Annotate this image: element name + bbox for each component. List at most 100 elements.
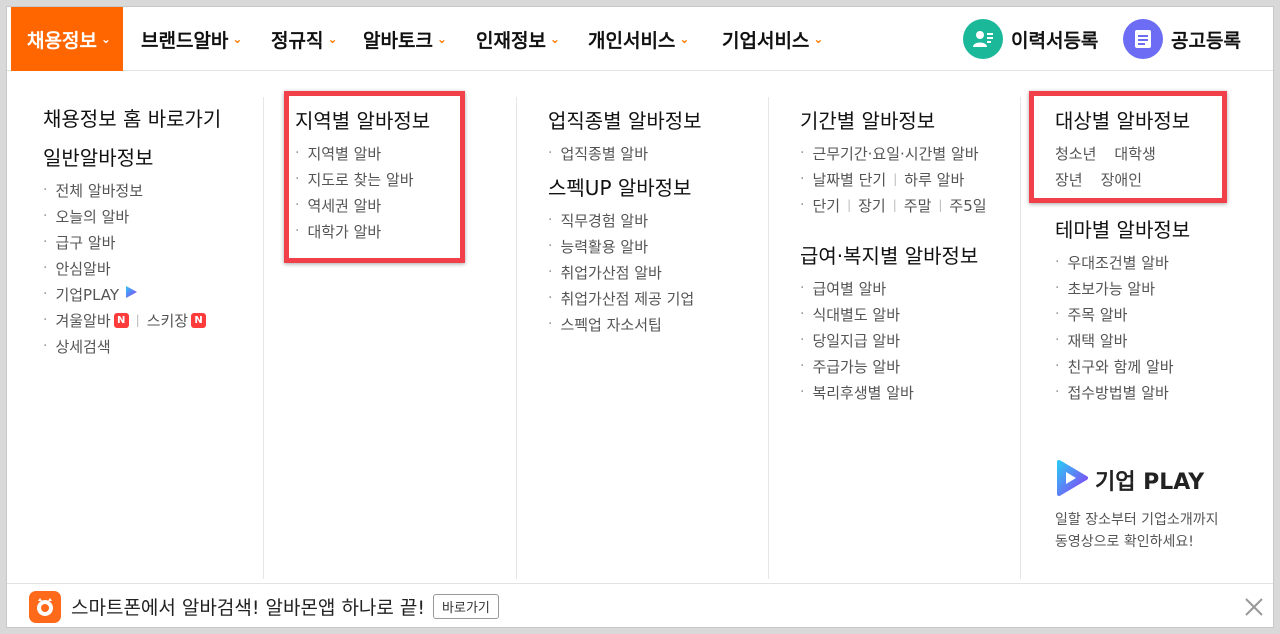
menu-link-short-term[interactable]: 단기 [812, 195, 840, 216]
industry-job-title[interactable]: 업직종별 알바정보 [548, 105, 768, 134]
menu-link-bonus-companies[interactable]: 취업가산점 제공 기업 [548, 285, 768, 311]
menu-link-winter[interactable]: 겨울알바 [55, 310, 110, 331]
general-job-title[interactable]: 일반알바정보 [43, 142, 263, 171]
menu-link-urgent-jobs[interactable]: 급구 알바 [43, 229, 263, 255]
menu-link-weekend[interactable]: 주말 [904, 195, 932, 216]
company-play-title: 기업 PLAY [1095, 470, 1205, 495]
nav-item-talent[interactable]: 인재정보 ⌄ [476, 7, 560, 71]
close-icon[interactable] [1243, 596, 1265, 618]
menu-link-disabled[interactable]: 장애인 [1101, 169, 1142, 190]
column-general: 채용정보 홈 바로가기 일반알바정보 전체 알바정보 오늘의 알바 급구 알바 … [43, 97, 263, 579]
nav-item-job-info[interactable]: 채용정보 ⌄ [11, 7, 123, 71]
separator: | [135, 313, 140, 327]
chevron-down-icon: ⌄ [436, 32, 447, 46]
job-post-register-label: 공고등록 [1171, 29, 1241, 52]
nav-label: 정규직 [271, 29, 324, 52]
albamon-app-icon [29, 590, 61, 623]
nav-item-talk[interactable]: 알바토크 ⌄ [363, 7, 447, 71]
chevron-down-icon: ⌄ [813, 32, 824, 46]
menu-link-apply-method[interactable]: 접수방법별 알바 [1055, 379, 1265, 405]
menu-link-work-period[interactable]: 근무기간·요일·시간별 알바 [800, 140, 1020, 166]
menu-link-pay-jobs[interactable]: 급여별 알바 [800, 275, 1020, 301]
column-divider [263, 97, 264, 579]
menu-link-today-jobs[interactable]: 오늘의 알바 [43, 203, 263, 229]
menu-link-five-days[interactable]: 주5일 [949, 195, 986, 216]
chevron-down-icon: ⌄ [232, 32, 243, 46]
menu-link-resume-tips[interactable]: 스펙업 자소서팁 [548, 311, 768, 337]
play-logo-icon [1055, 459, 1089, 501]
menu-link-weekly-pay[interactable]: 주급가능 알바 [800, 353, 1020, 379]
nav-item-company[interactable]: 기업서비스 ⌄ [722, 7, 823, 71]
go-app-button[interactable]: 바로가기 [433, 594, 499, 619]
menu-link-senior[interactable]: 장년 [1055, 169, 1083, 190]
menu-link-safe-jobs[interactable]: 안심알바 [43, 255, 263, 281]
menu-link-region-jobs[interactable]: 지역별 알바 [295, 140, 515, 166]
menu-link-station-jobs[interactable]: 역세권 알바 [295, 192, 515, 218]
menu-link-meal-jobs[interactable]: 식대별도 알바 [800, 301, 1020, 327]
chevron-down-icon: ⌄ [100, 32, 111, 46]
target-job-title[interactable]: 대상별 알바정보 [1055, 105, 1265, 134]
menu-link-date[interactable]: 날짜별 단기 [812, 169, 886, 190]
column-industry: 업직종별 알바정보 업직종별 알바 스펙UP 알바정보 직무경험 알바 능력활용… [548, 97, 768, 579]
separator: | [892, 198, 897, 212]
resume-register-button[interactable]: 이력서등록 [963, 19, 1098, 59]
target-row: 장년 장애인 [1055, 166, 1265, 192]
company-play-logo[interactable]: 기업 PLAY [1055, 459, 1204, 501]
theme-job-title[interactable]: 테마별 알바정보 [1055, 214, 1265, 243]
menu-link-preferred[interactable]: 우대조건별 알바 [1055, 249, 1265, 275]
menu-link-term-group: 단기 | 장기 | 주말 | 주5일 [800, 192, 1020, 218]
menu-link-same-day-pay[interactable]: 당일지급 알바 [800, 327, 1020, 353]
menu-link-label: 기업PLAY [55, 285, 120, 304]
resume-icon [963, 19, 1003, 59]
menu-link-company-play[interactable]: 기업PLAY [43, 281, 263, 307]
menu-link-college[interactable]: 대학생 [1114, 143, 1155, 164]
nav-item-brand[interactable]: 브랜드알바 ⌄ [141, 7, 242, 71]
menu-link-with-friends[interactable]: 친구와 함께 알바 [1055, 353, 1265, 379]
region-job-title[interactable]: 지역별 알바정보 [295, 105, 515, 134]
job-post-register-button[interactable]: 공고등록 [1123, 19, 1241, 59]
menu-link-one-day[interactable]: 하루 알바 [904, 169, 964, 190]
specup-job-title[interactable]: 스펙UP 알바정보 [548, 172, 768, 201]
job-info-home-link[interactable]: 채용정보 홈 바로가기 [43, 103, 263, 132]
new-badge: N [191, 312, 207, 328]
menu-link-featured[interactable]: 주목 알바 [1055, 301, 1265, 327]
target-row: 청소년 대학생 [1055, 140, 1265, 166]
play-icon [123, 284, 139, 304]
column-divider [516, 97, 517, 579]
menu-link-welfare-jobs[interactable]: 복리후생별 알바 [800, 379, 1020, 405]
document-icon [1123, 19, 1163, 59]
app-promo-text: 스마트폰에서 알바검색! 알바몬앱 하나로 끝! [71, 597, 426, 619]
resume-register-label: 이력서등록 [1011, 29, 1099, 52]
menu-link-campus-jobs[interactable]: 대학가 알바 [295, 218, 515, 244]
pay-welfare-job-title[interactable]: 급여·복지별 알바정보 [800, 240, 1020, 269]
menu-link-skill-use[interactable]: 능력활용 알바 [548, 233, 768, 259]
chevron-down-icon: ⌄ [549, 32, 560, 46]
menu-link-map-jobs[interactable]: 지도로 찾는 알바 [295, 166, 515, 192]
menu-link-remote[interactable]: 재택 알바 [1055, 327, 1265, 353]
menu-link-beginner[interactable]: 초보가능 알바 [1055, 275, 1265, 301]
app-promo-bar: 스마트폰에서 알바검색! 알바몬앱 하나로 끝! 바로가기 [7, 583, 1273, 627]
period-job-title[interactable]: 기간별 알바정보 [800, 105, 1020, 134]
menu-link-duty-experience[interactable]: 직무경험 알바 [548, 207, 768, 233]
chevron-down-icon: ⌄ [679, 32, 690, 46]
chevron-down-icon: ⌄ [327, 32, 338, 46]
company-play-desc-line: 동영상으로 확인하세요! [1055, 534, 1194, 550]
nav-label: 브랜드알바 [141, 29, 229, 52]
company-play-desc-line: 일할 장소부터 기업소개까지 [1055, 512, 1219, 528]
column-target: 대상별 알바정보 청소년 대학생 장년 장애인 테마별 알바정보 우대조건별 알… [1055, 97, 1265, 579]
menu-link-winter-ski[interactable]: 겨울알바 N | 스키장 N [43, 307, 263, 333]
menu-link-bonus-jobs[interactable]: 취업가산점 알바 [548, 259, 768, 285]
nav-label: 기업서비스 [722, 29, 810, 52]
nav-item-personal[interactable]: 개인서비스 ⌄ [588, 7, 689, 71]
separator: | [938, 198, 943, 212]
menu-link-ski[interactable]: 스키장 [147, 310, 188, 331]
menu-link-detail-search[interactable]: 상세검색 [43, 333, 263, 359]
nav-label: 개인서비스 [588, 29, 676, 52]
menu-link-long-term[interactable]: 장기 [858, 195, 886, 216]
column-period: 기간별 알바정보 근무기간·요일·시간별 알바 날짜별 단기 | 하루 알바 단… [800, 97, 1020, 579]
column-divider [768, 97, 769, 579]
nav-item-fulltime[interactable]: 정규직 ⌄ [271, 7, 338, 71]
menu-link-youth[interactable]: 청소년 [1055, 143, 1096, 164]
menu-link-all-jobs[interactable]: 전체 알바정보 [43, 177, 263, 203]
menu-link-industry-jobs[interactable]: 업직종별 알바 [548, 140, 768, 166]
